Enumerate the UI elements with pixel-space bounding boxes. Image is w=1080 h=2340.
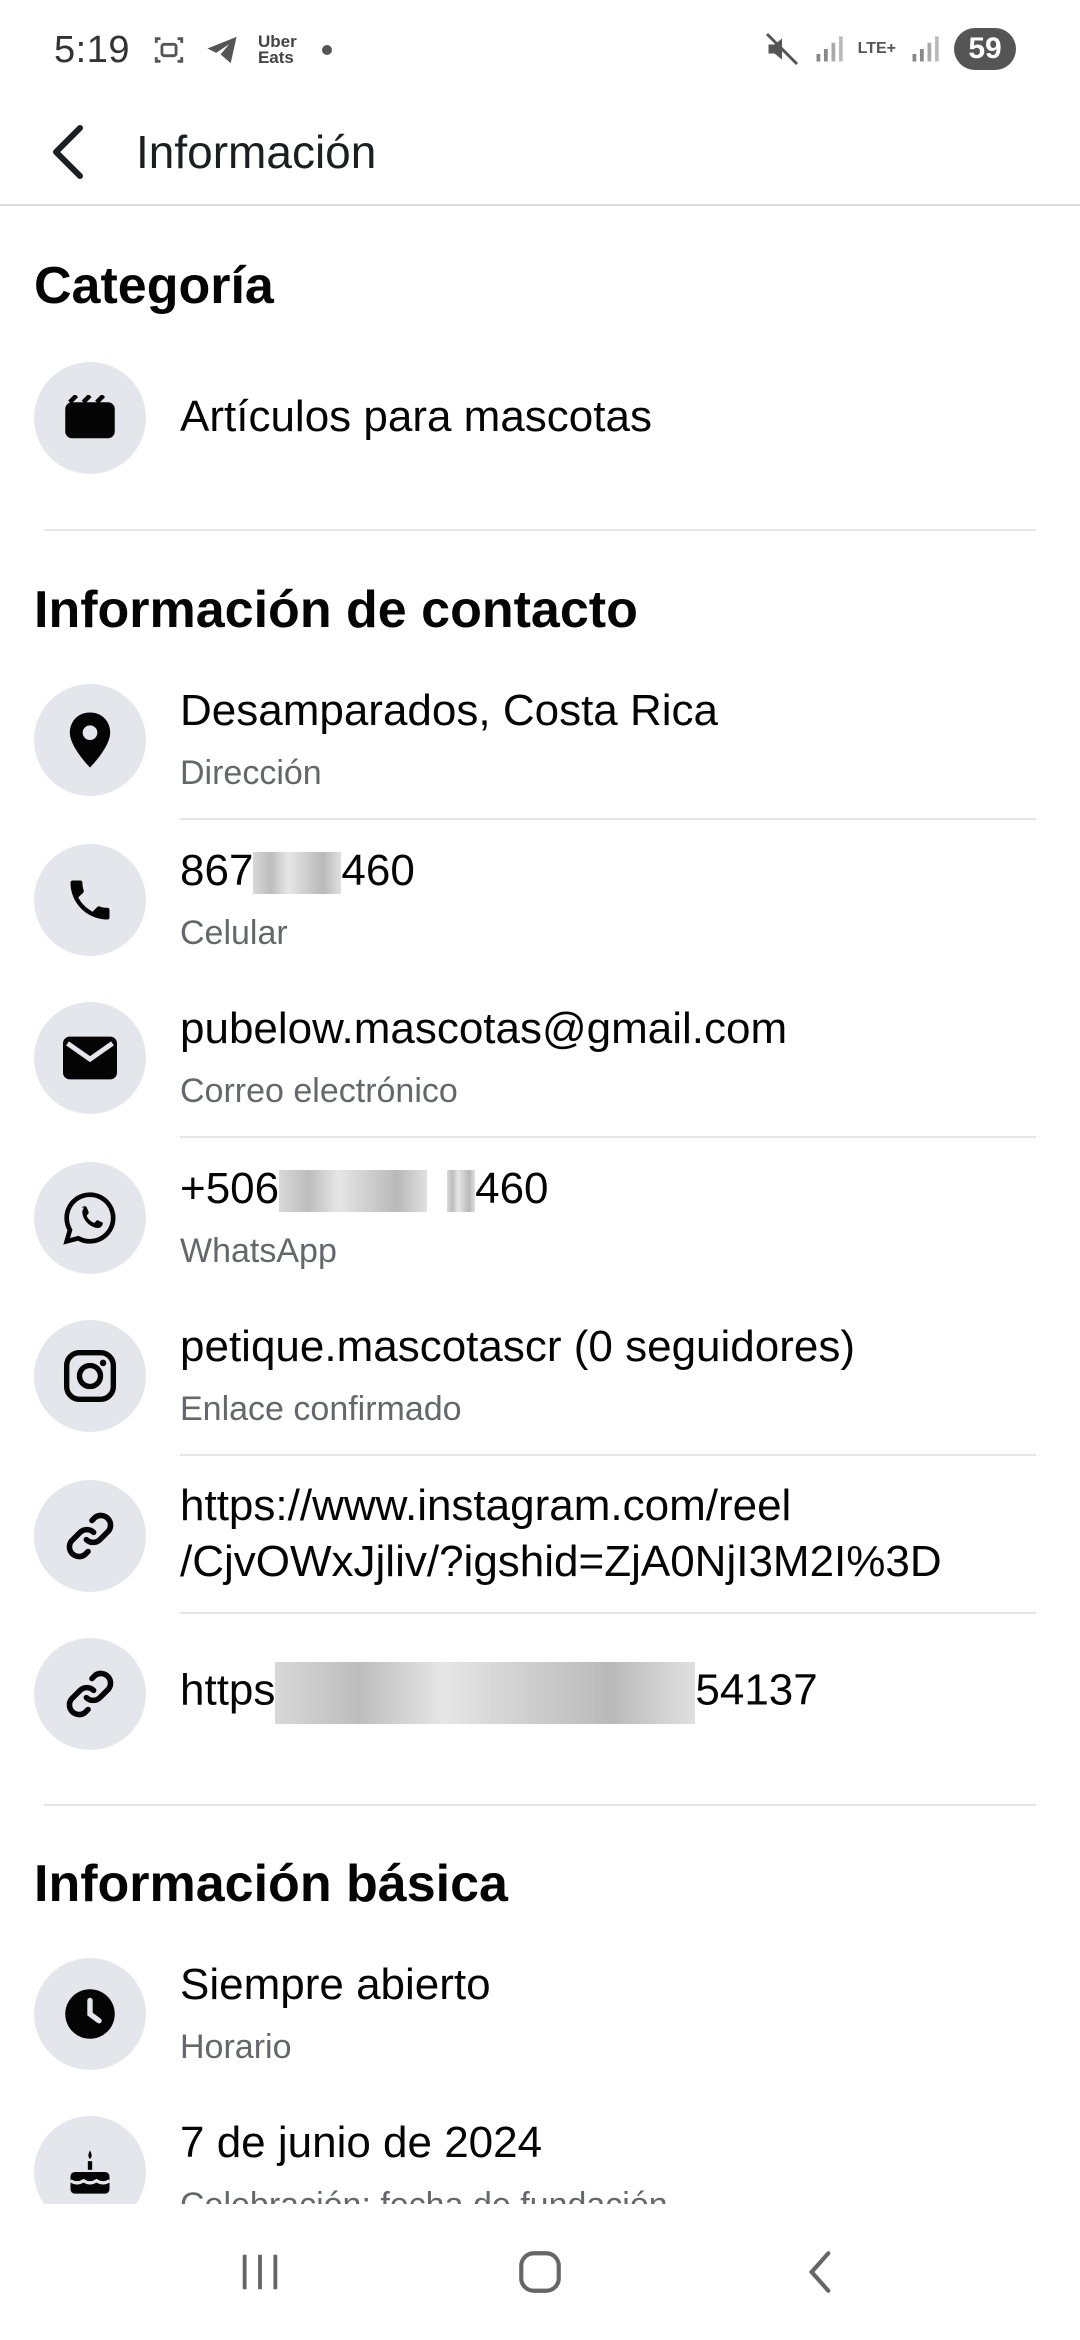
cake-icon [69,2150,111,2194]
link-value-2[interactable]: https 54137 [180,1662,818,1724]
recent-apps-icon [242,2254,278,2290]
recent-apps-button[interactable] [210,2222,310,2322]
redacted-block [279,1170,428,1213]
link-icon-circle [34,1480,146,1592]
phone-icon-circle [34,844,146,956]
founded-label: Celebración: fecha de fundación [180,2186,668,2204]
signal-icon [814,34,844,64]
section-title-basica: Información básica [34,1855,508,1913]
instagram-value[interactable]: petique.mascotascr (0 seguidores) [180,1322,855,1372]
phone-icon [70,880,110,920]
phone-value-end: 460 [341,846,415,895]
instagram-icon [63,1349,117,1403]
redacted-block [253,852,342,895]
about-content[interactable]: Categoría Artículos para mascotas Inform… [0,206,1080,2204]
home-button[interactable] [490,2222,590,2322]
clock-icon-circle [34,1958,146,2070]
arrow-left-icon [53,125,83,179]
clock-icon [65,1989,115,2039]
whatsapp-value-end: 460 [475,1164,549,1213]
founded-value: 7 de junio de 2024 [180,2118,543,2167]
link-value-1[interactable]: https://www.instagram.com/reel /CjvOWxJj… [180,1478,942,1590]
lte-indicator: LTE+ [857,40,896,57]
link2-value-start: https [180,1665,276,1715]
cake-icon-circle [34,2116,146,2204]
row-divider [180,818,1036,820]
category-value: Artículos para mascotas [180,392,652,441]
section-divider [44,529,1036,531]
link2-value-end: 54137 [695,1665,818,1715]
redacted-block [275,1662,696,1724]
section-title-categoria: Categoría [34,257,274,315]
system-nav-bar [0,2204,1080,2340]
instagram-label: Enlace confirmado [180,1390,462,1428]
address-value[interactable]: Desamparados, Costa Rica [180,686,718,736]
category-icon [65,395,115,439]
instagram-icon-circle [34,1320,146,1432]
back-icon [808,2251,831,2293]
whatsapp-icon [63,1192,116,1245]
system-back-button[interactable] [770,2222,870,2322]
phone-value[interactable]: 867 460 [180,846,415,896]
hours-label: Horario [180,2028,292,2066]
category-icon-circle [34,362,146,474]
home-icon [519,2251,561,2293]
link-icon [66,1512,114,1560]
address-label: Dirección [180,754,322,792]
status-system-icons: LTE+ 59 [764,28,1022,70]
link-line-2: /CjvOWxJjliv/?igshid=ZjA0NjI3M2I%3D [180,1537,942,1586]
page-title: Información [136,126,377,178]
row-divider [180,1454,1036,1456]
whatsapp-value[interactable]: +506 460 [180,1164,549,1214]
whatsapp-icon-circle [34,1162,146,1274]
link-line-1: https://www.instagram.com/reel [180,1481,792,1530]
section-title-contacto: Información de contacto [34,581,638,639]
phone-value-start: 867 [180,846,254,895]
location-icon-circle [34,684,146,796]
status-time: 5:19 [54,28,130,71]
link-icon-circle-2 [34,1638,146,1750]
mail-icon-circle [34,1002,146,1114]
email-label: Correo electrónico [180,1072,458,1110]
email-value[interactable]: pubelow.mascotas@gmail.com [180,1004,787,1054]
uber-eats-icon: Uber Eats [257,32,297,67]
location-pin-icon [69,712,111,768]
redacted-block [447,1170,476,1213]
signal-icon-2 [910,34,940,64]
hours-value: Siempre abierto [180,1960,491,2009]
battery-indicator: 59 [954,28,1022,70]
whatsapp-value-start: +506 [180,1164,280,1213]
section-divider [44,1804,1036,1806]
app-header: Información [0,100,1080,206]
notification-dot-icon [321,45,332,55]
phone-label: Celular [180,914,288,952]
status-bar: 5:19 Uber Eats LTE+ 59 [0,0,1080,100]
row-divider [180,1136,1036,1138]
mute-icon [764,31,800,67]
mail-icon [63,1036,117,1080]
whatsapp-label: WhatsApp [180,1232,337,1270]
telegram-icon [204,34,240,66]
status-notification-icons: Uber Eats [152,33,332,67]
link-icon [66,1670,114,1718]
row-divider [180,1612,1036,1614]
back-button[interactable] [28,112,108,192]
screenshot-icon [152,33,186,67]
